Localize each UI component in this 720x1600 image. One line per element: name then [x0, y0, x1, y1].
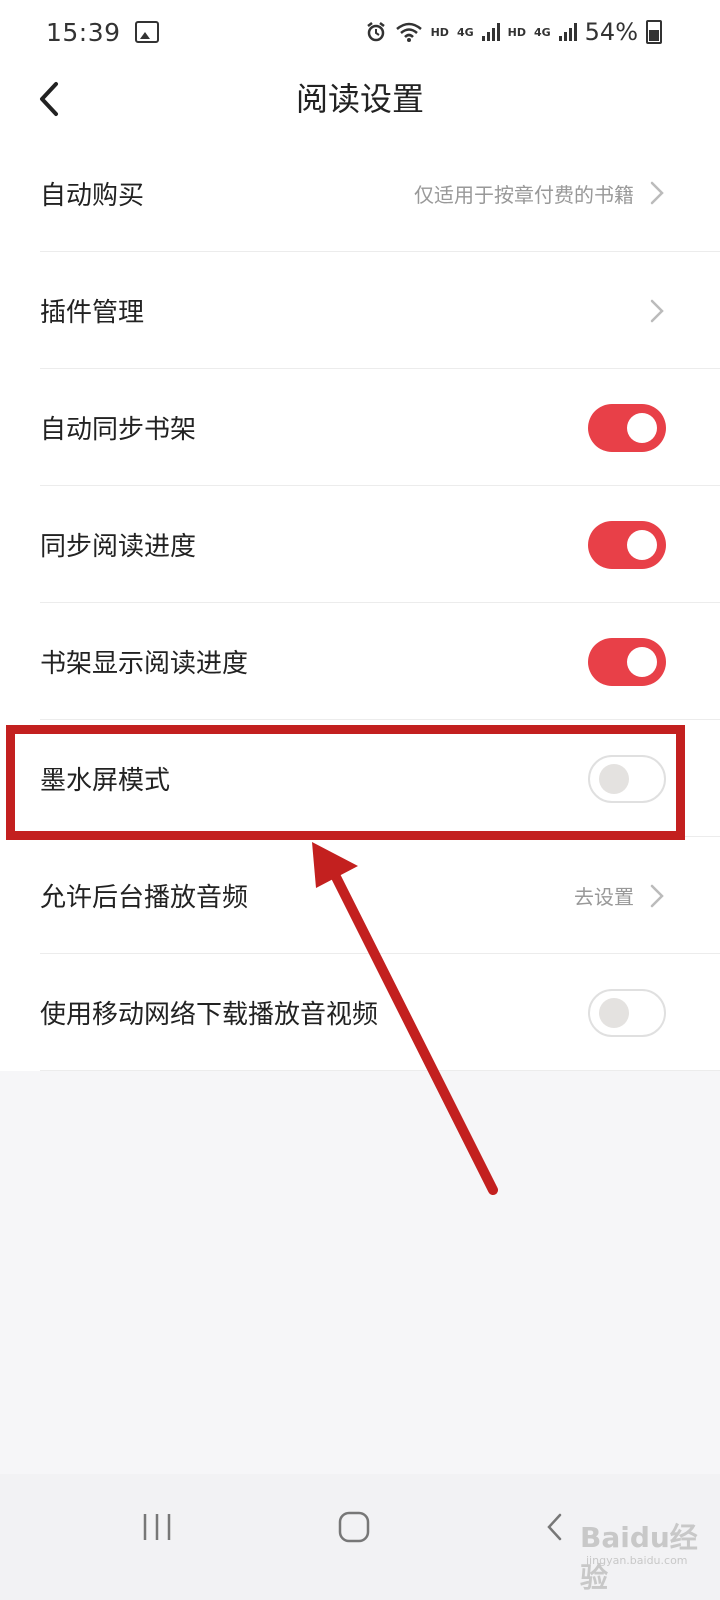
status-left: 15:39 — [46, 18, 159, 47]
setting-label: 书架显示阅读进度 — [40, 649, 249, 679]
wifi-icon — [395, 22, 422, 42]
toggle-knob — [627, 412, 657, 443]
screen: 15:39 HD 4G HD 4G 54% 阅读设置 自动购买 仅适用于按章付费… — [0, 0, 720, 1600]
hd-label-1: HD — [430, 25, 449, 39]
status-bar: 15:39 HD 4G HD 4G 54% — [0, 0, 720, 64]
chevron-right-icon — [650, 181, 664, 205]
setting-label: 允许后台播放音频 — [40, 883, 249, 913]
settings-list: 自动购买 仅适用于按章付费的书籍 插件管理 自动同步书架 同步阅读进度 书架显示… — [0, 134, 720, 1071]
setting-plugin-management[interactable]: 插件管理 — [0, 252, 720, 369]
watermark-subtext: jingyan.baidu.com — [586, 1554, 688, 1567]
setting-hint: 去设置 — [574, 885, 634, 909]
hd-label-2: HD — [507, 25, 526, 39]
page-title: 阅读设置 — [295, 80, 424, 118]
setting-sync-reading-progress: 同步阅读进度 — [0, 486, 720, 603]
setting-mobile-data-media: 使用移动网络下载播放音视频 — [0, 954, 720, 1071]
setting-shelf-show-progress: 书架显示阅读进度 — [0, 603, 720, 720]
setting-label: 自动同步书架 — [40, 415, 197, 445]
signal-icon-1 — [481, 23, 500, 41]
setting-auto-purchase[interactable]: 自动购买 仅适用于按章付费的书籍 — [0, 134, 720, 252]
toggle-switch[interactable] — [588, 988, 666, 1037]
setting-label: 插件管理 — [40, 298, 145, 328]
setting-hint: 仅适用于按章付费的书籍 — [414, 182, 634, 207]
status-right: HD 4G HD 4G 54% — [365, 18, 662, 46]
network-label-1: 4G — [456, 25, 474, 39]
toggle-switch[interactable] — [588, 637, 666, 686]
signal-icon-2 — [558, 23, 577, 41]
highlight-annotation-box — [6, 725, 685, 840]
recents-icon[interactable] — [140, 1510, 174, 1544]
setting-auto-sync-shelf: 自动同步书架 — [0, 369, 720, 486]
alarm-icon — [366, 22, 385, 42]
back-icon[interactable] — [540, 1510, 574, 1544]
status-time: 15:39 — [46, 17, 121, 47]
setting-label: 自动购买 — [40, 180, 145, 211]
setting-label: 使用移动网络下载播放音视频 — [40, 1000, 379, 1030]
setting-label: 同步阅读进度 — [40, 532, 197, 562]
system-nav-bar: Baidu经验 jingyan.baidu.com — [0, 1474, 720, 1600]
toggle-switch[interactable] — [588, 403, 666, 452]
home-icon[interactable] — [337, 1510, 371, 1544]
toggle-knob — [599, 997, 629, 1028]
toggle-knob — [627, 529, 657, 560]
nav-bar: 阅读设置 — [0, 64, 720, 134]
image-notification-icon — [134, 21, 159, 43]
toggle-knob — [627, 646, 657, 677]
setting-background-audio[interactable]: 允许后台播放音频 去设置 — [0, 837, 720, 954]
network-label-2: 4G — [533, 25, 551, 39]
battery-percent: 54% — [584, 18, 638, 46]
chevron-right-icon — [650, 299, 664, 322]
chevron-right-icon — [650, 884, 664, 907]
battery-icon — [646, 20, 662, 44]
toggle-switch[interactable] — [588, 520, 666, 569]
